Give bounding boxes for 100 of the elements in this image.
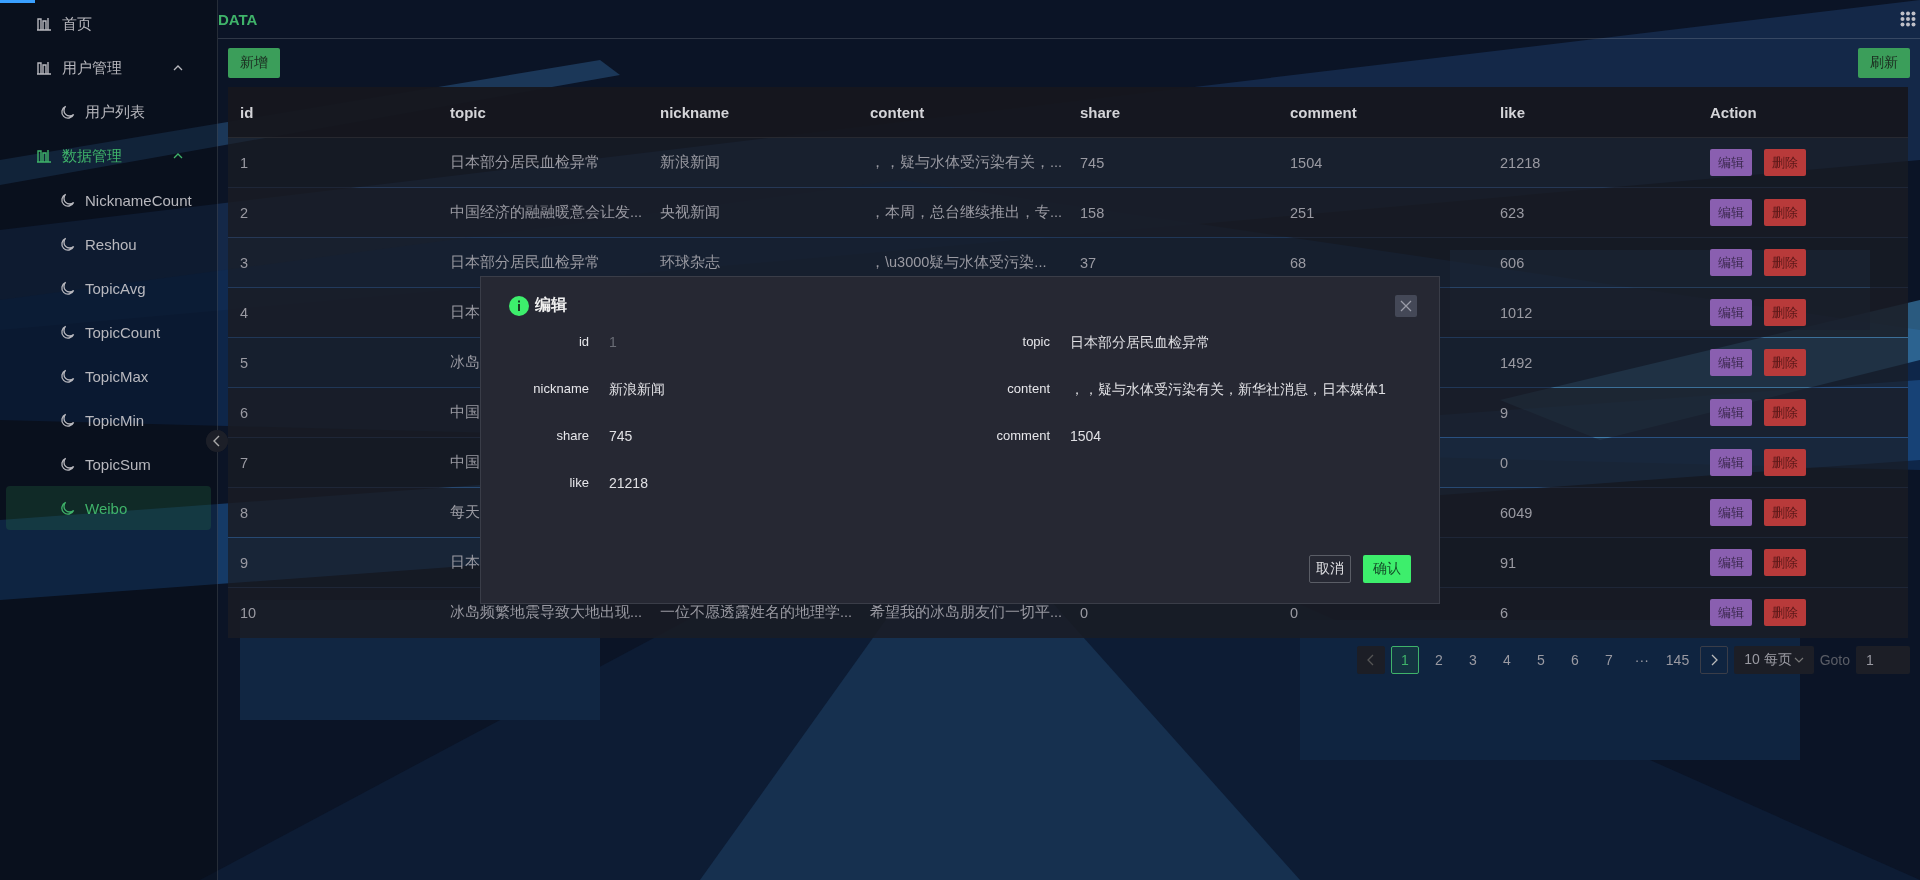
sidebar-item[interactable]: TopicAvg xyxy=(6,266,211,310)
page-size-select[interactable]: 10 每页 xyxy=(1734,645,1814,674)
page-number[interactable]: 7 xyxy=(1594,645,1623,674)
table-cell: 91 xyxy=(1500,554,1517,571)
table-cell: 中国 xyxy=(450,404,480,420)
goto-input[interactable]: 1 xyxy=(1856,645,1910,674)
page-number[interactable]: 6 xyxy=(1560,645,1589,674)
table-cell: 251 xyxy=(1290,204,1315,221)
table-cell: 745 xyxy=(1080,154,1105,171)
table-cell: 9 xyxy=(240,554,249,571)
table-cell: ，\u3000疑与水体受污染... xyxy=(870,254,1047,270)
column-header: nickname xyxy=(648,87,858,138)
field-value[interactable]: 1504 xyxy=(1070,428,1102,444)
page-number[interactable]: 3 xyxy=(1458,645,1487,674)
table-cell: 新浪新闻 xyxy=(660,154,720,170)
table-cell: 4 xyxy=(240,304,249,321)
table-cell: 日本部分居民血检异常 xyxy=(450,154,600,170)
table-cell: 2 xyxy=(240,204,249,221)
moon-icon xyxy=(60,456,75,472)
field-label: content xyxy=(1007,381,1050,396)
column-header: Action xyxy=(1698,87,1908,138)
sidebar-item[interactable]: 用户管理 xyxy=(6,46,211,90)
sidebar-item[interactable]: 数据管理 xyxy=(6,134,211,178)
apps-grid-icon[interactable] xyxy=(1900,11,1916,27)
field-label: like xyxy=(569,475,589,490)
field-value[interactable]: 745 xyxy=(609,428,633,444)
field-value[interactable]: ，，疑与水体受污染有关，新华社消息，日本媒体1 xyxy=(1070,381,1386,397)
table-cell: 0 xyxy=(1080,604,1089,621)
moon-icon xyxy=(60,412,75,428)
sidebar-item[interactable]: 用户列表 xyxy=(6,90,211,134)
field-label: share xyxy=(556,428,589,443)
table-cell: 1504 xyxy=(1290,154,1323,171)
cancel-button[interactable]: 取消 xyxy=(1309,555,1351,583)
table-cell: 37 xyxy=(1080,254,1097,271)
table-cell: 6049 xyxy=(1500,504,1533,521)
moon-icon xyxy=(60,368,75,384)
field-label: id xyxy=(578,334,589,349)
page-number[interactable]: 5 xyxy=(1526,645,1555,674)
sidebar-item[interactable]: TopicCount xyxy=(6,310,211,354)
table-cell: 日本 xyxy=(450,554,480,570)
moon-icon xyxy=(60,236,75,252)
dialog-title: 编辑 xyxy=(535,295,567,315)
table-cell: 6 xyxy=(240,404,249,421)
sidebar-item[interactable]: 首页 xyxy=(6,2,211,46)
bar-chart-icon xyxy=(36,61,52,75)
info-icon xyxy=(509,295,529,316)
table-cell: 一位不愿透露姓名的地理学... xyxy=(660,604,853,621)
sidebar-item[interactable]: TopicMin xyxy=(6,398,211,442)
moon-icon xyxy=(60,192,75,208)
table-cell: 每天 xyxy=(450,504,480,520)
close-icon[interactable] xyxy=(1395,295,1417,317)
column-header: content xyxy=(858,87,1068,138)
refresh-button[interactable]: 刷新 xyxy=(1858,48,1910,78)
column-header: share xyxy=(1068,87,1278,138)
next-page-button[interactable] xyxy=(1700,645,1729,674)
sidebar-item[interactable]: Reshou xyxy=(6,222,211,266)
column-header: topic xyxy=(438,87,648,138)
table-cell: 希望我的冰岛朋友们一切平... xyxy=(870,604,1063,621)
moon-icon xyxy=(60,104,75,120)
table-cell: 0 xyxy=(1500,454,1509,471)
page-number[interactable]: 1 xyxy=(1390,645,1419,674)
table-cell: 冰岛 xyxy=(450,354,480,370)
table-cell: 1492 xyxy=(1500,354,1533,371)
field-label: topic xyxy=(1022,334,1050,349)
field-value[interactable]: 新浪新闻 xyxy=(609,381,665,397)
chevron-right-icon xyxy=(1710,653,1719,666)
table-cell: 623 xyxy=(1500,204,1525,221)
table-cell: 1012 xyxy=(1500,304,1533,321)
page-title: DATA xyxy=(218,10,258,28)
field-value[interactable]: 21218 xyxy=(609,475,648,491)
page-number[interactable]: 145 xyxy=(1660,645,1695,674)
ellipsis: ··· xyxy=(1633,651,1650,668)
sidebar-item[interactable]: TopicSum xyxy=(6,442,211,486)
page-number[interactable]: 4 xyxy=(1492,645,1521,674)
sidebar-item[interactable]: TopicMax xyxy=(6,354,211,398)
table-cell: 7 xyxy=(240,454,249,471)
sidebar-item[interactable]: NicknameCount xyxy=(6,178,211,222)
table-cell: 6 xyxy=(1500,604,1509,621)
table-cell: 冰岛频繁地震导致大地出现... xyxy=(450,604,643,621)
chevron-left-icon xyxy=(1366,653,1375,666)
moon-icon xyxy=(60,324,75,340)
table-cell: ，本周，总台继续推出，专... xyxy=(870,204,1063,220)
bar-chart-icon xyxy=(36,17,52,31)
sidebar-item[interactable]: Weibo xyxy=(6,486,211,530)
table-cell: 3 xyxy=(240,254,249,271)
column-header: id xyxy=(228,87,438,138)
confirm-button[interactable]: 确认 xyxy=(1363,555,1411,583)
table-cell: 日本部分居民血检异常 xyxy=(450,254,600,270)
add-button[interactable]: 新增 xyxy=(228,48,280,78)
table-cell: 606 xyxy=(1500,254,1525,271)
table-cell: 8 xyxy=(240,504,249,521)
table-cell: 10 xyxy=(240,604,257,621)
table-cell: 158 xyxy=(1080,204,1105,221)
page-number[interactable]: 2 xyxy=(1424,645,1453,674)
table-cell: ，，疑与水体受污染有关，... xyxy=(870,154,1063,170)
field-value[interactable]: 日本部分居民血检异常 xyxy=(1070,334,1210,350)
table-cell: 环球杂志 xyxy=(660,254,720,270)
bar-chart-icon xyxy=(36,149,52,163)
caret-down-icon xyxy=(1793,656,1804,663)
column-header: comment xyxy=(1278,87,1488,138)
